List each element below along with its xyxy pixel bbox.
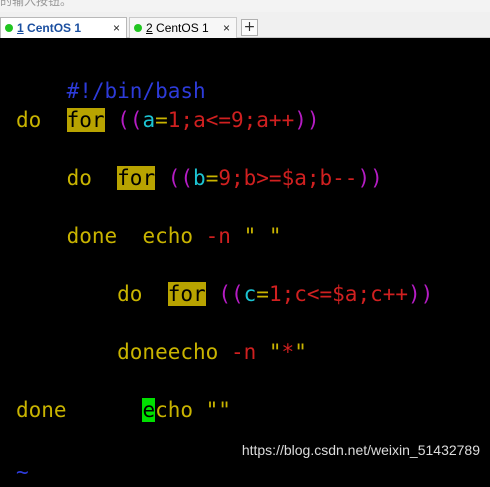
code-line-8: for ((c=1;c<=$a;c++)) bbox=[167, 282, 434, 306]
header-strip-text: 的输入按钮。 bbox=[0, 0, 73, 8]
code-line-5: do bbox=[16, 166, 92, 190]
header-strip: 的输入按钮。 bbox=[0, 0, 490, 12]
close-tab-icon[interactable]: × bbox=[223, 18, 230, 38]
empty-line-tilde: ~ bbox=[16, 460, 29, 484]
new-tab-button[interactable]: + bbox=[241, 19, 258, 36]
tab-bar: 1 CentOS 1 × 2 CentOS 1 × + bbox=[0, 12, 490, 38]
code-line-13: done bbox=[16, 398, 67, 422]
code-line-6: echo -n " " bbox=[142, 224, 282, 248]
code-line-10: echo -n "*" bbox=[167, 340, 307, 364]
tab-centos-1[interactable]: 1 CentOS 1 × bbox=[0, 17, 127, 38]
code-line-1: #!/bin/bash bbox=[66, 79, 206, 103]
connected-status-icon bbox=[5, 24, 13, 32]
connected-status-icon bbox=[134, 24, 142, 32]
code-line-9: do bbox=[16, 282, 143, 306]
keyword-for: for bbox=[167, 282, 206, 306]
code-line-4: for ((b=9;b>=$a;b--)) bbox=[117, 166, 383, 190]
code-line-7: done bbox=[16, 224, 118, 248]
code-line-2: for ((a=1;a<=9;a++)) bbox=[66, 108, 320, 132]
code-line-12: echo "" bbox=[142, 398, 231, 422]
tab-label: 2 CentOS 1 bbox=[146, 21, 209, 35]
keyword-for: for bbox=[66, 108, 105, 132]
tab-centos-2[interactable]: 2 CentOS 1 × bbox=[129, 17, 237, 38]
code-line-11: done bbox=[16, 340, 168, 364]
tab-label: 1 CentOS 1 bbox=[17, 21, 82, 35]
close-tab-icon[interactable]: × bbox=[113, 18, 120, 38]
keyword-for: for bbox=[117, 166, 156, 190]
terminal-pane[interactable]: #!/bin/bash for ((a=1;a<=9;a++)) do for … bbox=[0, 38, 490, 484]
code-line-3: do bbox=[16, 108, 42, 132]
text-cursor: e bbox=[142, 398, 156, 422]
watermark: https://blog.csdn.net/weixin_51432789 bbox=[241, 442, 480, 458]
